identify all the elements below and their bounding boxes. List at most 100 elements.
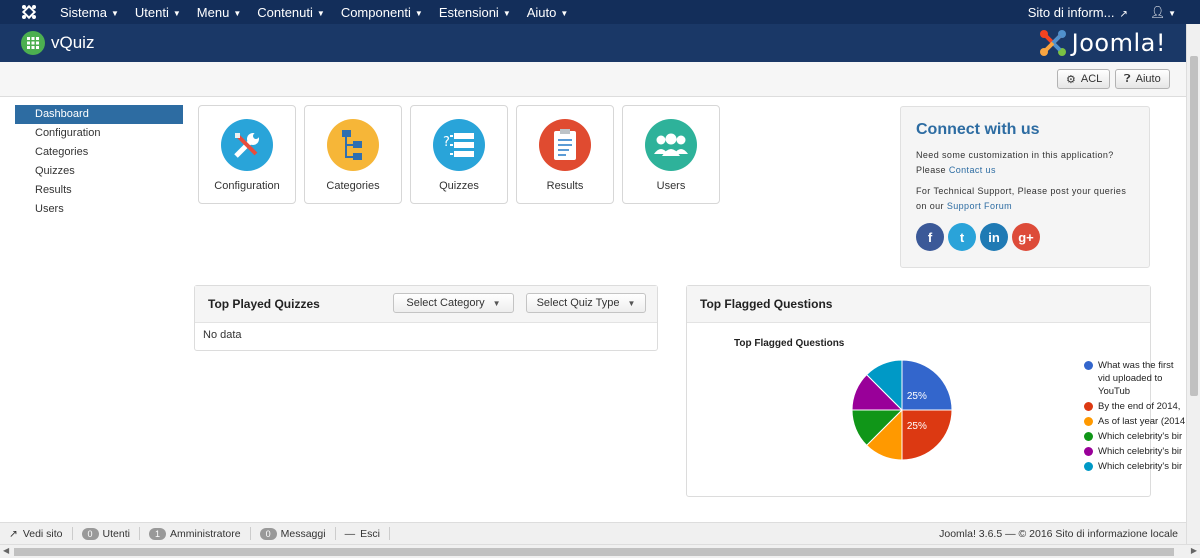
menu-item[interactable]: Componenti ▼ — [333, 5, 431, 20]
legend-label: Which celebrity's bir — [1098, 431, 1183, 442]
vertical-scrollbar[interactable] — [1186, 24, 1200, 544]
legend-item: Which celebrity's bir — [1084, 460, 1186, 473]
svg-text:?: ? — [443, 135, 450, 150]
question-list-icon: ? — [433, 119, 485, 171]
legend-label: By the end of 2014, — [1098, 401, 1181, 412]
admin-menubar: Sistema ▼ Utenti ▼ Menu ▼ Contenuti ▼ Componenti… — [0, 0, 1200, 24]
site-link-label: Sito di inform... — [1027, 4, 1115, 20]
google-plus-icon[interactable]: g+ — [1012, 223, 1040, 251]
select-category-dropdown[interactable]: Select Category ▼ — [393, 293, 514, 313]
help-button-label: Aiuto — [1135, 73, 1161, 85]
caret-down-icon: ▼ — [502, 8, 511, 18]
menu-item[interactable]: Aiuto ▼ — [519, 5, 577, 20]
external-link-icon: ↗ — [9, 527, 18, 540]
legend-swatch — [1084, 361, 1093, 370]
admin-label: Amministratore — [169, 527, 241, 540]
sidebar-item[interactable]: Quizzes — [15, 162, 183, 181]
scroll-left-icon[interactable]: ◀ — [3, 546, 9, 555]
vquiz-logo-icon — [21, 31, 45, 55]
customization-text: Need some customization in this applicat… — [916, 148, 1134, 178]
chevron-down-icon: ▼ — [1168, 9, 1176, 18]
pie-slice[interactable] — [901, 359, 953, 411]
pie-slice[interactable] — [901, 409, 953, 461]
chart-legend: What was the first vid uploaded to YouTu… — [1084, 359, 1186, 475]
linkedin-icon[interactable]: in — [980, 223, 1008, 251]
users-count-badge: 0 — [81, 527, 99, 540]
dashboard-tile[interactable]: Categories — [304, 105, 402, 204]
help-button[interactable]: ❓︎ Aiuto — [1115, 69, 1170, 89]
dashboard-tile[interactable]: ? Quizzes — [410, 105, 508, 204]
support-forum-link[interactable]: Support Forum — [947, 201, 1012, 211]
logout-link[interactable]: — Esci — [336, 527, 390, 540]
joomla-brand-text: Joomla! — [1071, 29, 1166, 57]
user-menu[interactable]: 👤︎ ▼ — [1150, 5, 1176, 19]
messages-link[interactable]: 0 Messaggi — [251, 527, 336, 540]
caret-down-icon: ▼ — [492, 298, 501, 308]
menu-item-label: Menu — [196, 4, 230, 20]
horizontal-scrollbar-thumb[interactable] — [14, 548, 1174, 556]
site-link[interactable]: Sito di inform... ↗ — [1028, 5, 1128, 20]
connect-title: Connect with us — [916, 121, 1040, 138]
contact-us-link[interactable]: Contact us — [949, 165, 996, 175]
caret-down-icon: ▼ — [414, 8, 423, 18]
clipboard-chart-icon — [539, 119, 591, 171]
joomla-icon[interactable] — [20, 3, 38, 21]
select-category-label: Select Category — [406, 297, 485, 309]
toolbar: ⚙ ACL ❓︎ Aiuto — [0, 62, 1186, 97]
caret-down-icon: ▼ — [172, 8, 181, 18]
flagged-pie-chart: 25% 25% — [851, 359, 953, 461]
menu-item[interactable]: Estensioni ▼ — [431, 5, 519, 20]
legend-swatch — [1084, 432, 1093, 441]
sidebar-item[interactable]: Users — [15, 200, 183, 219]
copyright-text: Joomla! 3.6.5 — © 2016 Sito di informazi… — [939, 527, 1178, 540]
sidebar-item[interactable]: Results — [15, 181, 183, 200]
horizontal-scrollbar[interactable]: ◀ ▶ — [0, 544, 1200, 558]
status-bar: ↗ Vedi sito 0 Utenti 1 Amministratore 0 Mess… — [0, 522, 1186, 544]
tile-label: Categories — [326, 180, 380, 192]
scroll-right-icon[interactable]: ▶ — [1191, 546, 1197, 555]
sidebar-item[interactable]: Categories — [15, 143, 183, 162]
tile-label: Configuration — [214, 180, 280, 192]
menu-item-label: Sistema — [60, 4, 107, 20]
external-link-icon: ↗ — [1119, 8, 1128, 20]
users-label: Utenti — [102, 527, 130, 540]
pie-data-label: 25% — [907, 421, 927, 432]
user-icon: 👤︎ — [1149, 5, 1166, 19]
legend-item: By the end of 2014, — [1084, 400, 1186, 413]
menu-item-label: Estensioni — [438, 4, 499, 20]
menu-item[interactable]: Menu ▼ — [189, 5, 249, 20]
sidebar-item[interactable]: Configuration — [15, 124, 183, 143]
minus-icon: — — [344, 527, 356, 540]
legend-item: Which celebrity's bir — [1084, 445, 1186, 458]
legend-label: Which celebrity's bir — [1098, 446, 1183, 457]
joomla-brand-logo: Joomla! — [1038, 28, 1166, 58]
dashboard-tile[interactable]: Users — [622, 105, 720, 204]
view-site-label: Vedi sito — [22, 527, 63, 540]
facebook-icon[interactable]: f — [916, 223, 944, 251]
menu-item-label: Componenti — [340, 4, 411, 20]
vertical-scrollbar-thumb[interactable] — [1190, 56, 1198, 396]
select-quiz-type-dropdown[interactable]: Select Quiz Type ▼ — [526, 293, 646, 313]
admins-online-link[interactable]: 1 Amministratore — [140, 527, 251, 540]
menu-item-label: Aiuto — [526, 4, 557, 20]
view-site-link[interactable]: ↗ Vedi sito — [0, 527, 73, 540]
sidebar-item[interactable]: Dashboard — [15, 105, 183, 124]
connect-box: Connect with us Need some customization … — [900, 106, 1150, 268]
caret-down-icon: ▼ — [627, 298, 636, 308]
legend-label: As of last year (2014 — [1098, 416, 1186, 427]
menu-item[interactable]: Utenti ▼ — [127, 5, 189, 20]
legend-swatch — [1084, 417, 1093, 426]
dashboard-tile[interactable]: Results — [516, 105, 614, 204]
menu-item[interactable]: Sistema ▼ — [52, 5, 127, 20]
dashboard-tile[interactable]: Configuration — [198, 105, 296, 204]
twitter-icon[interactable]: t — [948, 223, 976, 251]
legend-swatch — [1084, 447, 1093, 456]
no-data-text: No data — [203, 329, 242, 341]
support-text: For Technical Support, Please post your … — [916, 184, 1134, 214]
users-online-link[interactable]: 0 Utenti — [73, 527, 140, 540]
menu-item[interactable]: Contenuti ▼ — [249, 5, 333, 20]
top-played-panel: Top Played Quizzes Select Category ▼ Sele… — [194, 285, 658, 351]
acl-button[interactable]: ⚙ ACL — [1057, 69, 1110, 89]
gear-icon: ⚙ — [1066, 73, 1076, 86]
legend-item: As of last year (2014 — [1084, 415, 1186, 428]
